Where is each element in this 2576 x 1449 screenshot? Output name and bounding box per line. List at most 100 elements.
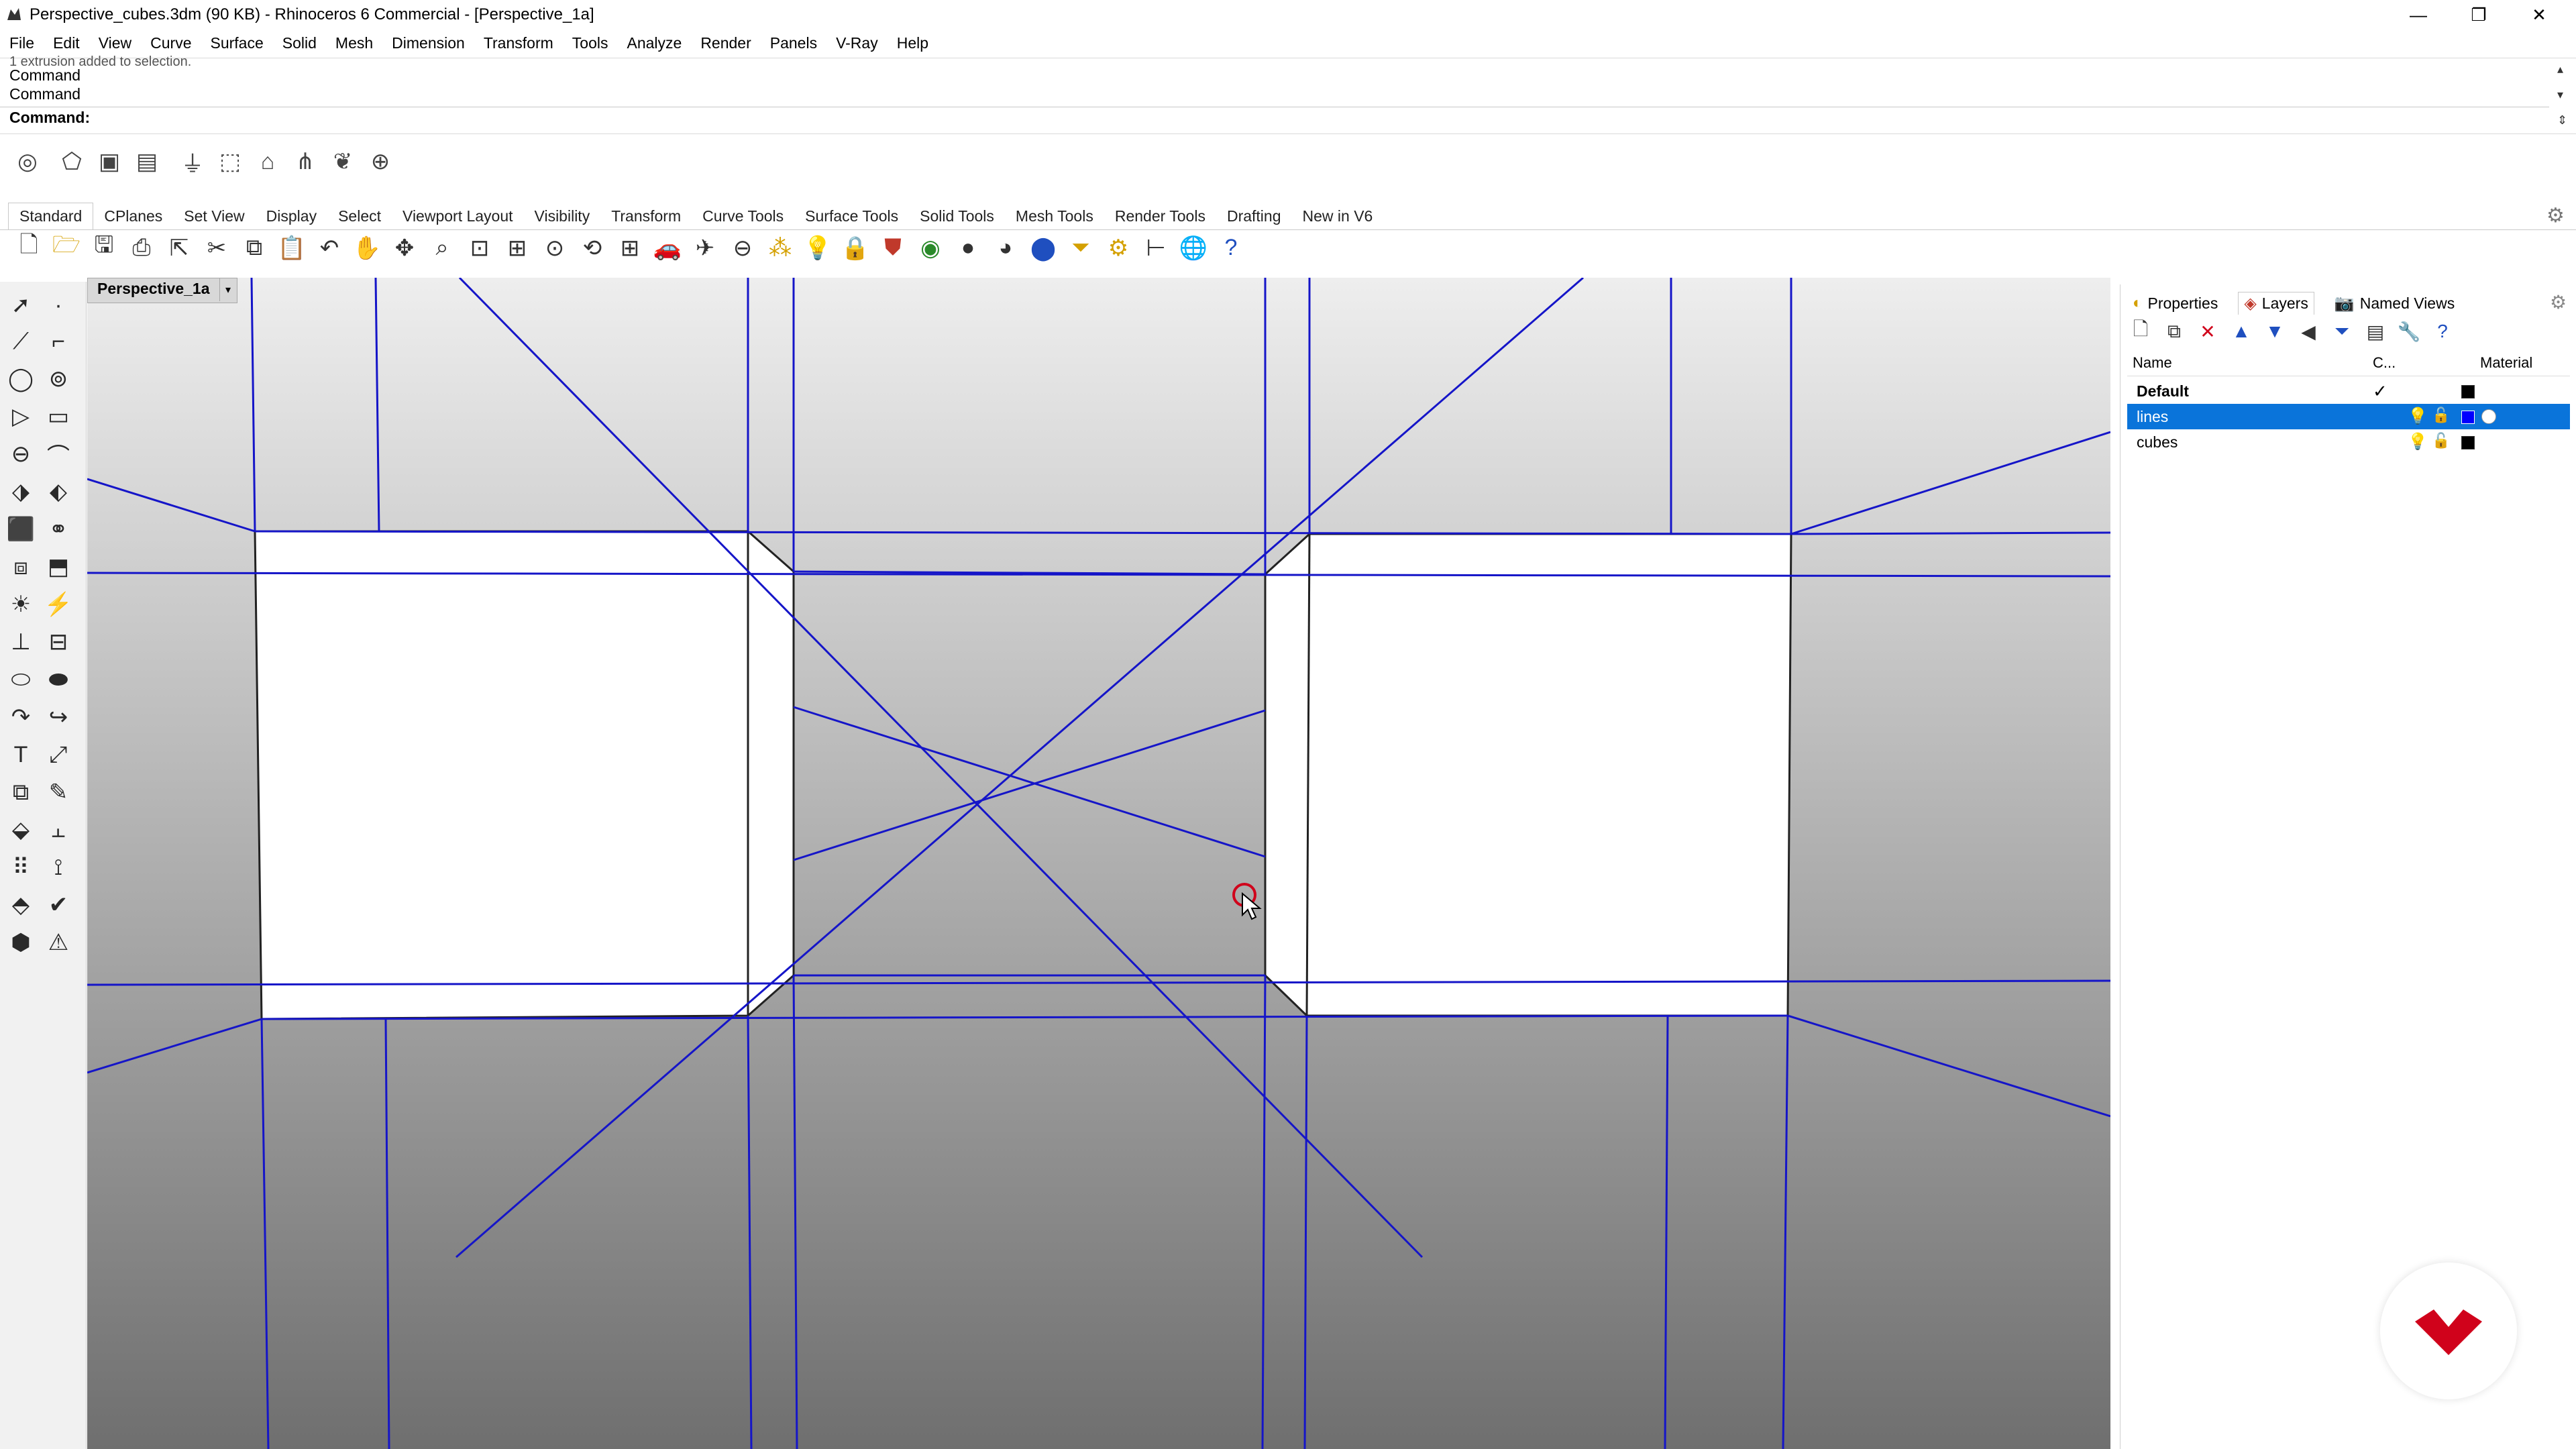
cplane-icon[interactable]: ⊖ — [727, 233, 758, 264]
perspective-viewport[interactable] — [87, 278, 2110, 1449]
menu-file[interactable]: File — [9, 34, 34, 52]
tab-mesh-tools[interactable]: Mesh Tools — [1005, 203, 1104, 229]
tab-solid-tools[interactable]: Solid Tools — [909, 203, 1005, 229]
menu-curve[interactable]: Curve — [150, 34, 191, 52]
menu-transform[interactable]: Transform — [484, 34, 553, 52]
light-bulb-icon[interactable]: 💡 — [802, 233, 833, 264]
check-icon[interactable]: ✔ — [42, 888, 75, 922]
viewport-dropdown-icon[interactable]: ▾ — [219, 278, 236, 301]
scroll-up-icon[interactable]: ▴ — [2557, 62, 2563, 76]
menu-render[interactable]: Render — [700, 34, 751, 52]
circle-icon[interactable]: ◯ — [4, 362, 38, 396]
viewport-canvas[interactable] — [87, 278, 2110, 1449]
viewport-title-tab[interactable]: Perspective_1a ▾ — [87, 278, 237, 303]
color-wheel-icon[interactable]: ◉ — [915, 233, 946, 264]
edit-icon[interactable]: ✎ — [42, 775, 75, 809]
light-bulb-icon[interactable]: 💡 — [2408, 432, 2428, 451]
block-icon[interactable]: ⬙ — [4, 813, 38, 847]
zoom-extents-icon[interactable]: ⊞ — [502, 233, 533, 264]
current-layer-check-icon[interactable]: ✓ — [2373, 381, 2387, 402]
column-material[interactable]: Material — [2480, 354, 2532, 372]
dimension-icon[interactable]: ⊢ — [1140, 233, 1171, 264]
zoom-selected-icon[interactable]: ⊙ — [539, 233, 570, 264]
undo-icon[interactable]: ↶ — [314, 233, 345, 264]
menu-solid[interactable]: Solid — [282, 34, 317, 52]
tab-render-tools[interactable]: Render Tools — [1104, 203, 1216, 229]
light-bulb-icon[interactable]: 💡 — [2408, 407, 2428, 426]
move-up-icon[interactable]: ▲ — [2228, 319, 2255, 343]
tab-viewport-layout[interactable]: Viewport Layout — [392, 203, 524, 229]
tools-icon[interactable]: 🔧 — [2396, 319, 2422, 343]
tab-new-in-v6[interactable]: New in V6 — [1292, 203, 1384, 229]
rendered-sphere-icon[interactable]: ◕ — [990, 233, 1021, 264]
rectangle-icon[interactable]: ▭ — [42, 400, 75, 433]
layer-color-swatch[interactable] — [2461, 436, 2475, 449]
fillet-icon[interactable]: ⬭ — [4, 663, 38, 696]
minimize-button[interactable]: — — [2388, 0, 2449, 30]
open-folder-icon[interactable]: 🗁 — [51, 232, 82, 264]
expand-icon[interactable]: ⇕ — [2557, 113, 2567, 127]
panel-icon[interactable]: ▤ — [131, 146, 162, 177]
export-icon[interactable]: ⇱ — [164, 233, 195, 264]
boolean-union-icon[interactable]: ⚭ — [42, 513, 75, 546]
move-icon[interactable]: ✥ — [389, 233, 420, 264]
surface-points-icon[interactable]: ⬗ — [4, 475, 38, 508]
command-scrollbar[interactable]: ▴ ▾ ⇕ — [2549, 58, 2576, 133]
circle-center-icon[interactable]: ⊖ — [4, 437, 38, 471]
point-icon[interactable]: · — [42, 288, 75, 322]
tab-select[interactable]: Select — [327, 203, 392, 229]
text-icon[interactable]: T — [4, 738, 38, 771]
mesh-box-icon[interactable]: ⧈ — [4, 550, 38, 584]
move-down-icon[interactable]: ▼ — [2261, 319, 2288, 343]
tab-surface-tools[interactable]: Surface Tools — [794, 203, 909, 229]
ellipse-icon[interactable]: ⊚ — [42, 362, 75, 396]
surface-edge-icon[interactable]: ⬖ — [42, 475, 75, 508]
dimension-tool-icon[interactable]: ⊥ — [4, 625, 38, 659]
polyline-icon[interactable]: ⟋ — [4, 325, 38, 358]
cut-icon[interactable]: ✂ — [201, 233, 232, 264]
menu-vray[interactable]: V-Ray — [836, 34, 878, 52]
shaded-sphere-icon[interactable]: ● — [953, 233, 983, 264]
layer-color-swatch[interactable] — [2461, 411, 2475, 424]
new-sublayer-icon[interactable]: ⧉ — [2161, 319, 2188, 343]
align-icon[interactable]: ⫠ — [42, 813, 75, 847]
tab-set-view[interactable]: Set View — [173, 203, 255, 229]
light-icon[interactable]: ☀ — [4, 588, 38, 621]
rotate-view-icon[interactable]: ⟲ — [577, 233, 608, 264]
menu-view[interactable]: View — [99, 34, 131, 52]
move-left-icon[interactable]: ◀ — [2295, 319, 2322, 343]
filter-icon[interactable]: ⏷ — [2328, 319, 2355, 343]
render-tool-icon[interactable]: ⬢ — [4, 926, 38, 959]
menu-panels[interactable]: Panels — [770, 34, 817, 52]
save-icon[interactable]: 🖫 — [89, 232, 119, 264]
help-icon[interactable]: ? — [2429, 319, 2456, 343]
new-layer-icon[interactable]: 🗋 — [2127, 319, 2154, 343]
select-arrow-icon[interactable]: ➚ — [4, 288, 38, 322]
zoom-icon[interactable]: ⌕ — [427, 233, 458, 264]
copy-icon[interactable]: ⧉ — [239, 233, 270, 264]
measure-icon[interactable]: ⊟ — [42, 625, 75, 659]
layer-row-lines[interactable]: lines 💡 🔓 — [2127, 404, 2570, 429]
group-icon[interactable]: ⧉ — [4, 775, 38, 809]
tab-drafting[interactable]: Drafting — [1216, 203, 1292, 229]
mesh-plane-icon[interactable]: ⬒ — [42, 550, 75, 584]
pentagon-icon[interactable]: ⬠ — [56, 146, 87, 177]
funnel-icon[interactable]: ⏚ — [177, 146, 208, 177]
arc-icon[interactable]: ⌒ — [42, 437, 75, 471]
grass-icon[interactable]: ⋔ — [290, 146, 321, 177]
menu-mesh[interactable]: Mesh — [335, 34, 373, 52]
curve-points-icon[interactable]: ⌐ — [42, 325, 75, 358]
render-sphere-icon[interactable]: ⬤ — [1028, 233, 1059, 264]
menu-tools[interactable]: Tools — [572, 34, 608, 52]
help-icon[interactable]: ? — [1216, 233, 1246, 264]
column-name[interactable]: Name — [2133, 354, 2172, 372]
analyze-icon[interactable]: ⬘ — [4, 888, 38, 922]
polygon-icon[interactable]: ▷ — [4, 400, 38, 433]
paste-icon[interactable]: 📋 — [276, 233, 307, 264]
points-icon[interactable]: ⁂ — [765, 233, 796, 264]
pan-hand-icon[interactable]: ✋ — [352, 233, 382, 264]
material-swatch-icon[interactable] — [2481, 409, 2496, 424]
box-icon[interactable]: ⬚ — [215, 146, 246, 177]
unlock-icon[interactable]: 🔓 — [2432, 432, 2450, 449]
panel-tab-layers[interactable]: ◈ Layers — [2238, 292, 2314, 315]
